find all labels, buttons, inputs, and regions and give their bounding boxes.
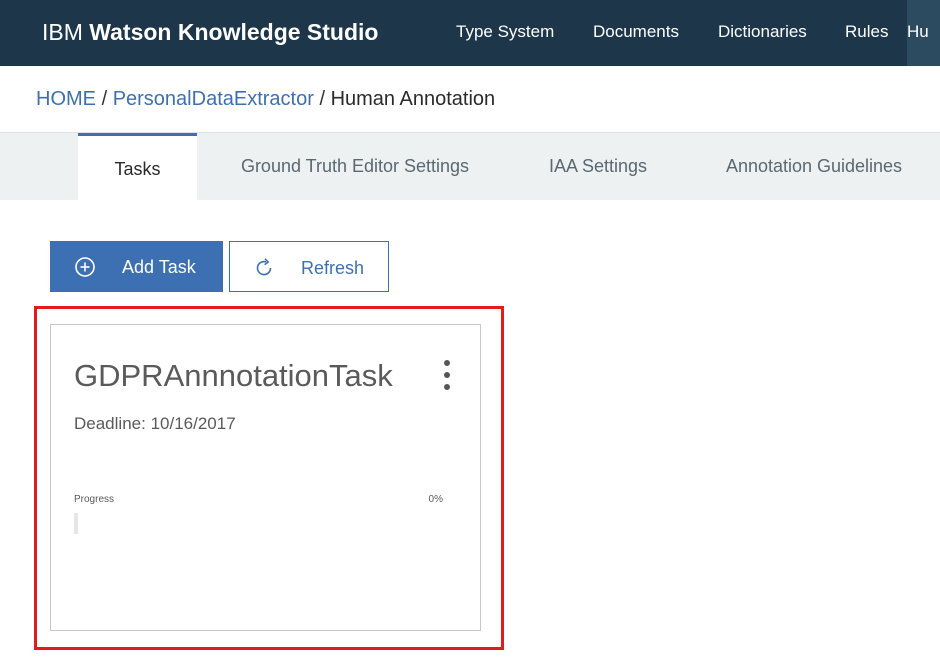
overflow-menu-icon[interactable] bbox=[439, 360, 455, 394]
tab-iaa-settings[interactable]: IAA Settings bbox=[525, 133, 671, 200]
task-card[interactable]: GDPRAnnnotationTask Deadline: 10/16/2017… bbox=[50, 324, 481, 631]
refresh-button[interactable]: Refresh bbox=[229, 241, 389, 292]
breadcrumb-current-page: Human Annotation bbox=[330, 88, 496, 110]
task-deadline: Deadline: 10/16/2017 bbox=[74, 413, 236, 435]
nav-dictionaries[interactable]: Dictionaries bbox=[718, 0, 807, 66]
nav-documents[interactable]: Documents bbox=[593, 0, 679, 66]
progress-percent: 0% bbox=[428, 494, 443, 505]
add-task-label: Add Task bbox=[122, 257, 196, 277]
refresh-label: Refresh bbox=[301, 258, 365, 278]
nav-rules[interactable]: Rules bbox=[845, 0, 888, 66]
breadcrumb-project-link[interactable]: PersonalDataExtractor bbox=[113, 88, 314, 110]
breadcrumb-separator: / bbox=[101, 88, 108, 110]
task-card-title: GDPRAnnnotationTask bbox=[74, 358, 393, 393]
plus-circle-icon bbox=[74, 256, 96, 278]
tab-tasks[interactable]: Tasks bbox=[78, 133, 197, 200]
nav-human-annotation[interactable]: Hu bbox=[907, 0, 940, 66]
brand-ibm: IBM bbox=[42, 19, 83, 45]
tab-ground-truth-editor-settings[interactable]: Ground Truth Editor Settings bbox=[217, 133, 493, 200]
breadcrumb-home-link[interactable]: HOME bbox=[36, 88, 96, 110]
breadcrumb-bar: HOME / PersonalDataExtractor / Human Ann… bbox=[0, 66, 940, 133]
deadline-value: 10/16/2017 bbox=[150, 414, 236, 433]
breadcrumb-separator: / bbox=[319, 88, 326, 110]
brand-product-name: Watson Knowledge Studio bbox=[89, 19, 379, 45]
breadcrumb: HOME / PersonalDataExtractor / Human Ann… bbox=[36, 86, 495, 112]
progress-bar-start bbox=[74, 513, 78, 534]
nav-type-system[interactable]: Type System bbox=[456, 0, 554, 66]
tabs-bar: Tasks Ground Truth Editor Settings IAA S… bbox=[0, 133, 940, 200]
progress-label: Progress bbox=[74, 494, 115, 505]
nav-human-annotation-label: Hu bbox=[907, 22, 929, 41]
add-task-button[interactable]: Add Task bbox=[50, 241, 223, 292]
progress-bar bbox=[74, 513, 445, 534]
top-nav-bar: IBM Watson Knowledge Studio Type System … bbox=[0, 0, 940, 66]
deadline-label: Deadline: bbox=[74, 414, 146, 433]
tab-annotation-guidelines[interactable]: Annotation Guidelines bbox=[703, 133, 925, 200]
refresh-icon bbox=[253, 257, 275, 279]
app-brand[interactable]: IBM Watson Knowledge Studio bbox=[42, 17, 378, 47]
